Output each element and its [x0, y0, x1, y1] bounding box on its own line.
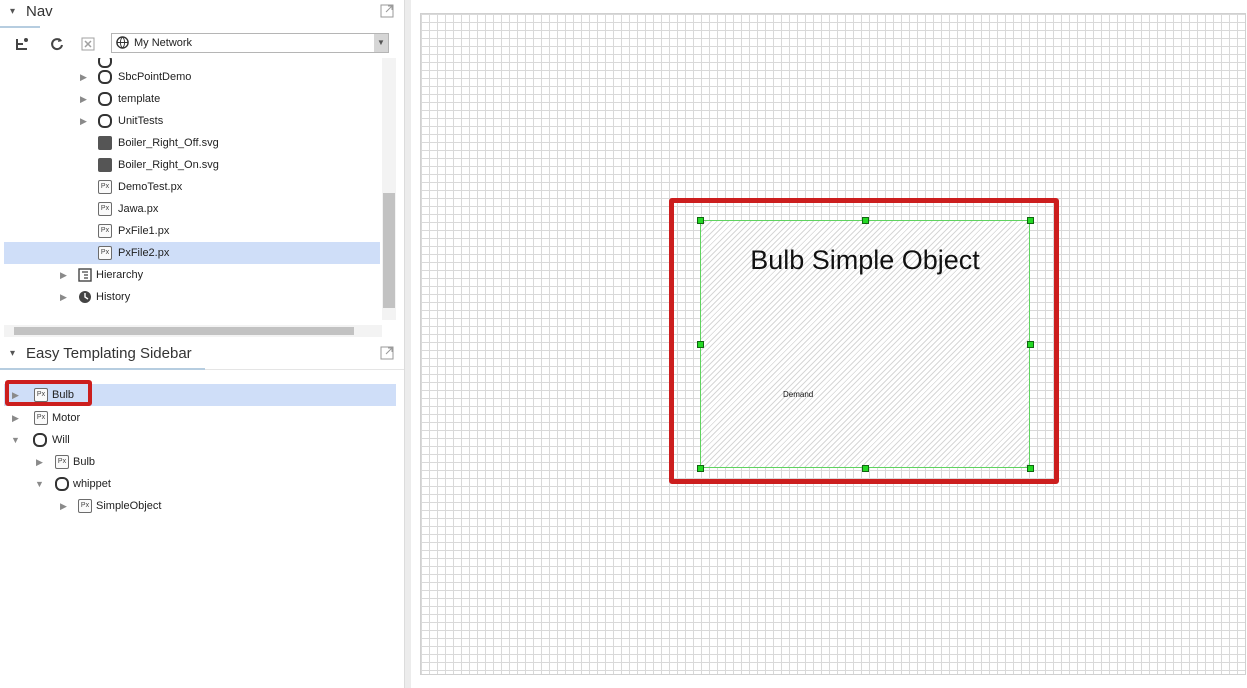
sidebar-row-will[interactable]: ▼ Will	[0, 429, 396, 451]
tree-label: Motor	[52, 412, 81, 424]
refresh-icon[interactable]	[47, 34, 67, 54]
sidebar-row-will-bulb[interactable]: ▶ Px Bulb	[0, 451, 396, 473]
px-file-icon: Px	[98, 246, 112, 260]
bulb-simple-object[interactable]: Bulb Simple Object Demand	[700, 220, 1030, 468]
pane-splitter[interactable]	[404, 0, 411, 688]
expand-arrow-icon[interactable]: ▶	[80, 66, 90, 88]
nav-vertical-scrollbar[interactable]	[382, 58, 396, 320]
expand-arrow-icon[interactable]: ▶	[80, 88, 90, 110]
maximize-icon[interactable]	[380, 346, 394, 360]
sidebar-tree: ▶ Px Bulb ▶ Px Motor ▼ Will ▶ Px Bulb ▼ …	[0, 384, 400, 534]
sidebar-panel-header[interactable]: ▾ Easy Templating Sidebar	[0, 342, 404, 370]
resize-handle-nw[interactable]	[697, 217, 704, 224]
tree-row-jawa[interactable]: Px Jawa.px	[0, 198, 380, 220]
folder-icon	[33, 433, 47, 447]
tree-row-template[interactable]: ▶ template	[0, 88, 380, 110]
collapse-arrow-icon[interactable]: ▼	[11, 429, 21, 451]
tree-label: SbcPointDemo	[118, 71, 192, 83]
history-icon	[79, 291, 91, 303]
sidebar-row-simpleobject[interactable]: ▶ Px SimpleObject	[0, 495, 396, 517]
sidebar-title: Easy Templating Sidebar	[26, 345, 192, 362]
object-title: Bulb Simple Object	[750, 245, 980, 275]
tree-label: PxFile2.px	[118, 247, 170, 259]
nav-title: Nav	[26, 3, 53, 20]
expand-arrow-icon[interactable]: ▶	[12, 407, 22, 429]
folder-icon	[98, 114, 112, 128]
hierarchy-icon	[78, 268, 92, 282]
tree-label: DemoTest.px	[118, 181, 183, 193]
expand-arrow-icon[interactable]: ▶	[60, 286, 70, 308]
image-file-icon	[98, 136, 112, 150]
px-file-icon: Px	[78, 499, 92, 513]
nav-tree: ▶ SbcPointDemo ▶ template ▶ UnitTests Bo…	[0, 58, 382, 320]
tree-label: Hierarchy	[96, 269, 144, 281]
tree-row-pxfile1[interactable]: Px PxFile1.px	[0, 220, 380, 242]
tree-label: Bulb	[73, 456, 96, 468]
collapse-caret-icon[interactable]: ▾	[10, 348, 15, 359]
tree-label: whippet	[73, 478, 111, 490]
px-file-icon: Px	[98, 202, 112, 216]
resize-handle-e[interactable]	[1027, 341, 1034, 348]
sidebar-row-whippet[interactable]: ▼ whippet	[0, 473, 396, 495]
px-file-icon: Px	[55, 455, 69, 469]
resize-handle-se[interactable]	[1027, 465, 1034, 472]
tree-row-unittests[interactable]: ▶ UnitTests	[0, 110, 380, 132]
expand-arrow-icon[interactable]: ▶	[36, 451, 46, 473]
network-select[interactable]: My Network ▼	[111, 33, 389, 53]
image-file-icon	[98, 158, 112, 172]
px-file-icon: Px	[98, 180, 112, 194]
tree-row-sbcpointdemo[interactable]: ▶ SbcPointDemo	[0, 66, 380, 88]
nav-horizontal-scrollbar[interactable]	[4, 325, 382, 337]
nav-tab-accent	[0, 26, 40, 28]
expand-arrow-icon[interactable]: ▶	[60, 495, 70, 517]
maximize-icon[interactable]	[380, 4, 394, 18]
folder-icon	[98, 70, 112, 84]
expand-arrow-icon[interactable]: ▶	[80, 110, 90, 132]
resize-handle-n[interactable]	[862, 217, 869, 224]
resize-handle-w[interactable]	[697, 341, 704, 348]
px-file-icon: Px	[34, 411, 48, 425]
object-demand-label: Demand	[783, 390, 814, 399]
collapse-caret-icon[interactable]: ▾	[10, 6, 15, 17]
highlight-box-sidebar	[5, 380, 92, 406]
tree-label: Boiler_Right_Off.svg	[118, 137, 219, 149]
close-icon[interactable]	[78, 34, 98, 54]
sidebar-tab-accent	[0, 368, 205, 370]
tree-label: Will	[52, 434, 70, 446]
nav-panel-header[interactable]: ▾ Nav	[0, 0, 404, 28]
tree-label: PxFile1.px	[118, 225, 170, 237]
tree-row-pxfile2[interactable]: Px PxFile2.px	[4, 242, 380, 264]
expand-arrow-icon[interactable]: ▶	[60, 264, 70, 286]
left-pane: ▾ Nav My Network ▼ ▶ SbcPointDemo ▶ temp…	[0, 0, 404, 688]
px-file-icon: Px	[98, 224, 112, 238]
resize-handle-sw[interactable]	[697, 465, 704, 472]
tree-label: template	[118, 93, 161, 105]
tree-root-icon[interactable]	[12, 34, 32, 54]
tree-row-demotest[interactable]: Px DemoTest.px	[0, 176, 380, 198]
tree-label: SimpleObject	[96, 500, 162, 512]
tree-row-hierarchy[interactable]: ▶ Hierarchy	[0, 264, 380, 286]
scrollbar-thumb[interactable]	[14, 327, 354, 335]
folder-icon	[55, 477, 69, 491]
network-select-value: My Network	[134, 37, 193, 49]
scrollbar-thumb[interactable]	[383, 193, 395, 308]
tree-label: History	[96, 291, 131, 303]
collapse-arrow-icon[interactable]: ▼	[35, 473, 45, 495]
tree-label: Boiler_Right_On.svg	[118, 159, 219, 171]
globe-icon	[116, 36, 129, 49]
tree-label: UnitTests	[118, 115, 164, 127]
folder-icon	[98, 92, 112, 106]
tree-row-boiler-off[interactable]: Boiler_Right_Off.svg	[0, 132, 380, 154]
resize-handle-s[interactable]	[862, 465, 869, 472]
tree-row-history[interactable]: ▶ History	[0, 286, 380, 308]
tree-row-boiler-on[interactable]: Boiler_Right_On.svg	[0, 154, 380, 176]
resize-handle-ne[interactable]	[1027, 217, 1034, 224]
tree-label: Jawa.px	[118, 203, 159, 215]
sidebar-row-motor[interactable]: ▶ Px Motor	[0, 407, 396, 429]
chevron-down-icon[interactable]: ▼	[374, 34, 388, 52]
